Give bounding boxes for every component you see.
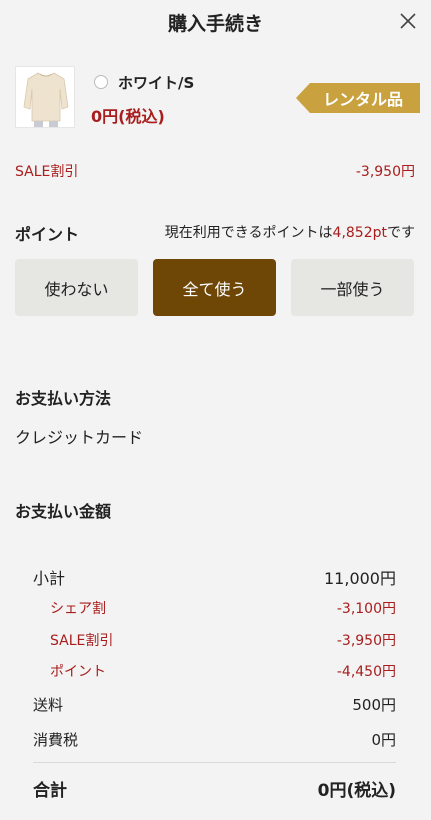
variant-radio[interactable] xyxy=(94,75,108,89)
points-title: ポイント xyxy=(15,225,80,244)
subtotal-row: 小計 11,000円 xyxy=(33,565,396,588)
sale-discount-summary-value: -3,950円 xyxy=(336,633,396,649)
share-discount-label: シェア割 xyxy=(50,601,106,617)
points-partial-button[interactable]: 一部使う xyxy=(291,259,414,316)
points-info-prefix: 現在利用できるポイントは xyxy=(164,225,333,241)
total-row: 合計 0円(税込) xyxy=(33,776,396,801)
payment-method-title: お支払い方法 xyxy=(15,389,112,408)
shipping-label: 送料 xyxy=(33,696,64,714)
share-discount-value: -3,100円 xyxy=(336,601,396,617)
shipping-row: 送料 500円 xyxy=(33,694,396,714)
sale-discount-label: SALE割引 xyxy=(15,164,79,180)
point-discount-row: ポイント -4,450円 xyxy=(33,661,396,681)
variant-label: ホワイト/S xyxy=(118,74,195,92)
subtotal-label: 小計 xyxy=(33,569,66,588)
rental-badge: レンタル品 xyxy=(296,83,420,113)
sale-discount-row: SALE割引 -3,950円 xyxy=(15,161,415,181)
share-discount-row: シェア割 -3,100円 xyxy=(33,598,396,618)
sweater-image-icon xyxy=(16,67,74,127)
payment-amount-title: お支払い金額 xyxy=(15,502,112,521)
product-price: 0円(税込) xyxy=(91,107,165,126)
product-thumbnail xyxy=(15,66,75,128)
close-button[interactable] xyxy=(399,12,417,30)
points-header: ポイント 現在利用できるポイントは4,852ptです xyxy=(15,221,415,244)
point-discount-value: -4,450円 xyxy=(336,664,396,680)
points-none-button[interactable]: 使わない xyxy=(15,259,138,316)
sale-discount-summary-label: SALE割引 xyxy=(50,633,114,649)
close-icon xyxy=(400,13,416,29)
points-available-value: 4,852pt xyxy=(332,225,387,241)
product-item: ホワイト/S 0円(税込) レンタル品 xyxy=(15,66,420,130)
payment-method-value: クレジットカード xyxy=(15,428,144,447)
header: 購入手続き xyxy=(0,0,431,44)
sale-discount-amount: -3,950円 xyxy=(355,164,415,180)
page-title: 購入手続き xyxy=(167,12,263,35)
sale-discount-summary-row: SALE割引 -3,950円 xyxy=(33,630,396,650)
subtotal-value: 11,000円 xyxy=(324,569,396,588)
tax-label: 消費税 xyxy=(33,731,79,749)
tax-value: 0円 xyxy=(371,731,396,749)
point-discount-label: ポイント xyxy=(50,664,106,680)
points-available-info: 現在利用できるポイントは4,852ptです xyxy=(165,222,415,242)
total-label: 合計 xyxy=(33,781,67,801)
points-all-button[interactable]: 全て使う xyxy=(153,259,276,316)
total-value: 0円(税込) xyxy=(317,781,396,801)
shipping-value: 500円 xyxy=(352,696,396,714)
total-divider xyxy=(33,762,396,763)
points-info-suffix: です xyxy=(387,225,415,241)
tax-row: 消費税 0円 xyxy=(33,729,396,749)
